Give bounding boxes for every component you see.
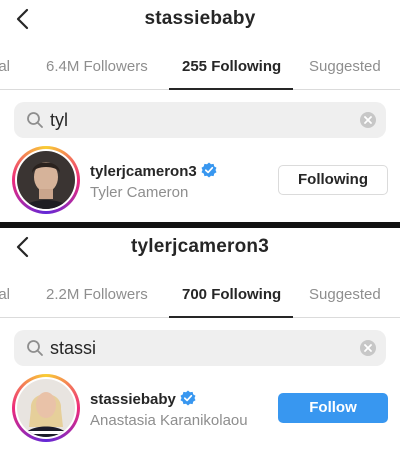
search-icon <box>27 112 43 128</box>
search-input[interactable] <box>50 106 350 134</box>
tab-suggested[interactable]: Suggested <box>309 58 381 75</box>
full-name: Anastasia Karanikolaou <box>90 412 248 429</box>
search-input[interactable] <box>50 334 350 362</box>
active-tab-indicator <box>169 316 293 318</box>
tab-following[interactable]: 255 Following <box>182 58 281 75</box>
search-bar[interactable] <box>14 330 386 366</box>
tab-bar: ual 6.4M Followers 255 Following Suggest… <box>0 44 400 90</box>
username[interactable]: tylerjcameron3 <box>90 162 217 180</box>
profile-photo <box>17 151 75 209</box>
username[interactable]: stassiebaby <box>90 390 196 408</box>
full-name: Tyler Cameron <box>90 184 189 201</box>
clear-search-icon[interactable] <box>360 112 376 128</box>
tab-followers[interactable]: 2.2M Followers <box>46 286 148 303</box>
profile-photo <box>17 379 75 437</box>
verified-badge-icon <box>180 390 196 406</box>
active-tab-indicator <box>169 88 293 90</box>
list-item[interactable]: stassiebaby Anastasia Karanikolaou Follo… <box>0 374 400 444</box>
tab-mutual[interactable]: ual <box>0 286 10 303</box>
follow-button[interactable]: Follow <box>278 393 388 423</box>
tab-mutual[interactable]: ual <box>0 58 10 75</box>
bottom-screen: tylerjcameron3 ual 2.2M Followers 700 Fo… <box>0 228 400 450</box>
list-item[interactable]: tylerjcameron3 Tyler Cameron Following <box>0 146 400 216</box>
search-icon <box>27 340 43 356</box>
header: stassiebaby <box>0 0 400 44</box>
avatar[interactable] <box>12 146 80 214</box>
avatar[interactable] <box>12 374 80 442</box>
profile-title: tylerjcameron3 <box>131 236 269 257</box>
profile-title: stassiebaby <box>144 8 256 29</box>
tab-suggested[interactable]: Suggested <box>309 286 381 303</box>
tab-following[interactable]: 700 Following <box>182 286 281 303</box>
following-button[interactable]: Following <box>278 165 388 195</box>
clear-search-icon[interactable] <box>360 340 376 356</box>
tab-bar: ual 2.2M Followers 700 Following Suggest… <box>0 272 400 318</box>
tab-followers[interactable]: 6.4M Followers <box>46 58 148 75</box>
search-bar[interactable] <box>14 102 386 138</box>
verified-badge-icon <box>201 162 217 178</box>
top-screen: stassiebaby ual 6.4M Followers 255 Follo… <box>0 0 400 222</box>
header: tylerjcameron3 <box>0 228 400 272</box>
